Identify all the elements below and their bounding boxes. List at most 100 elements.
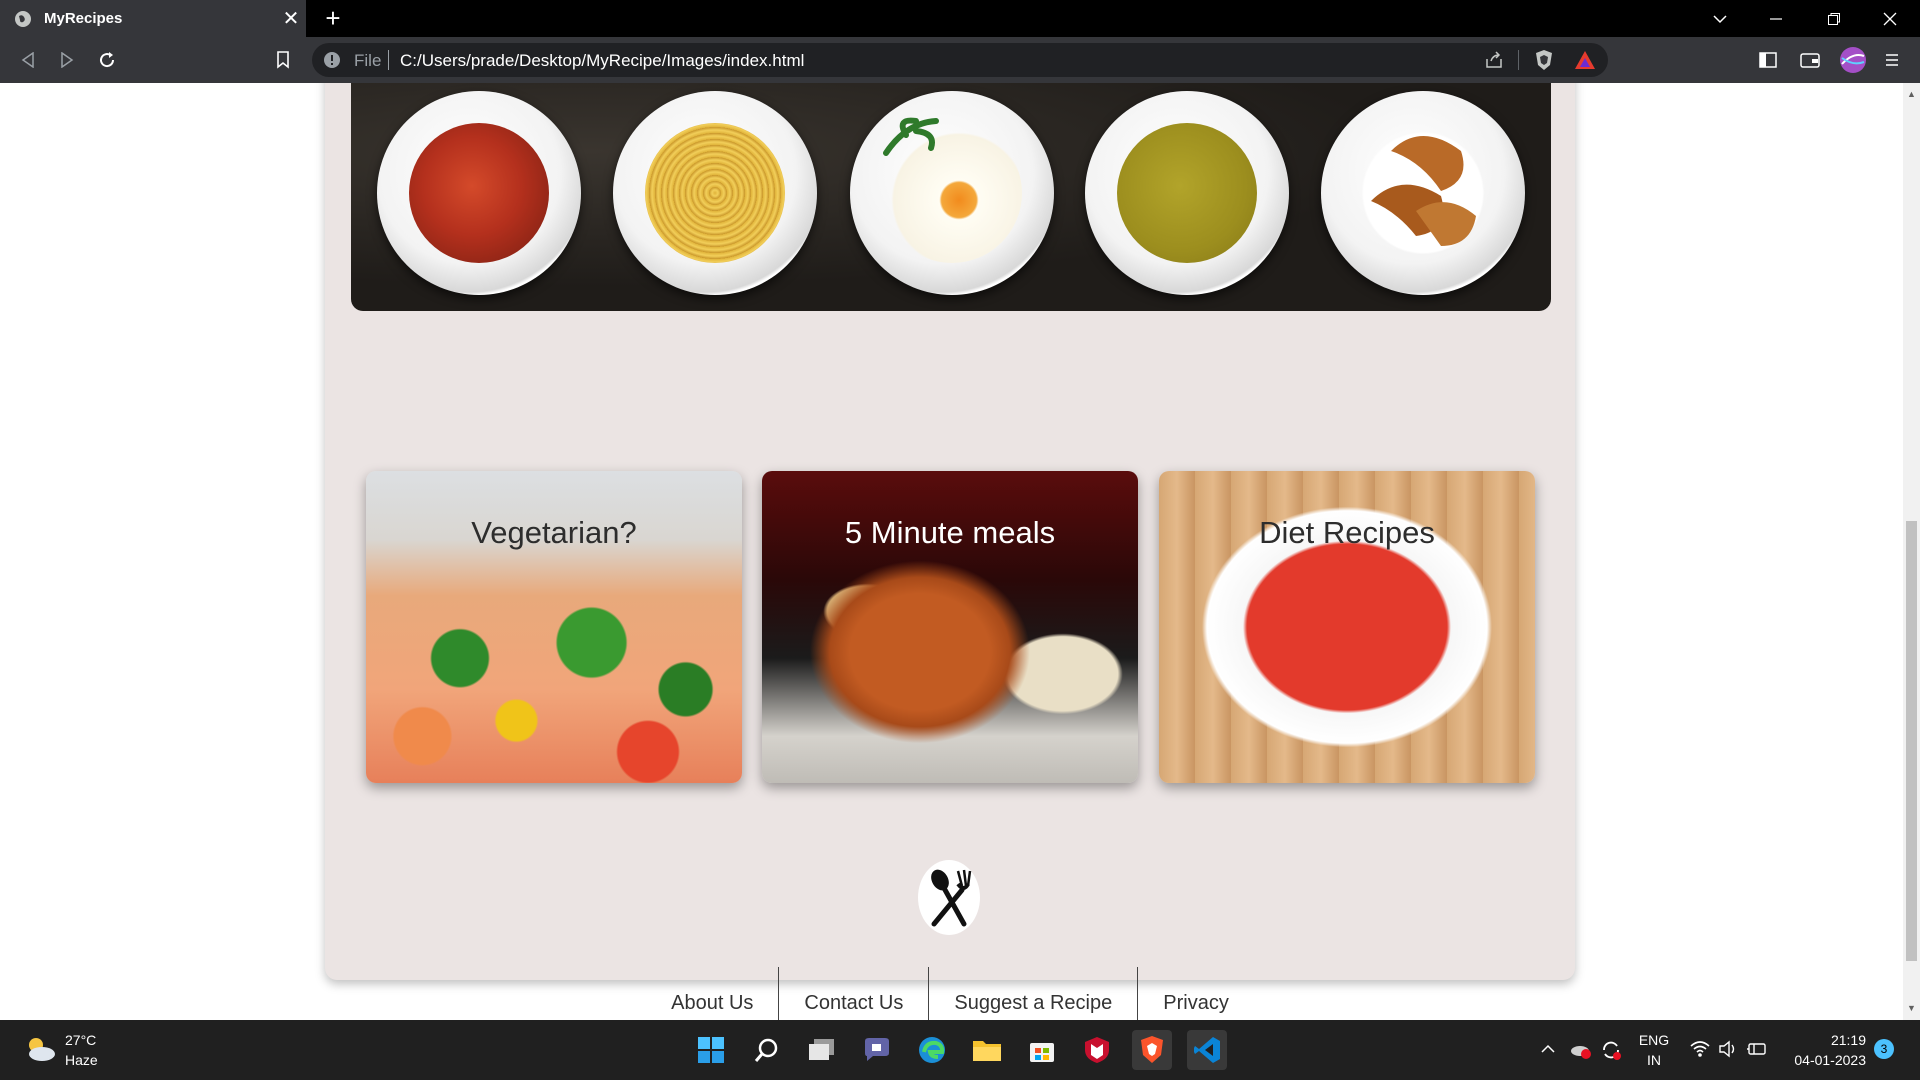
page-viewport: Vegetarian? 5 Minute meals Diet Recipes … bbox=[0, 83, 1903, 1020]
plate-noodles bbox=[613, 91, 817, 295]
fork-spoon-icon bbox=[931, 869, 972, 926]
task-view-button[interactable] bbox=[802, 1030, 842, 1070]
site-logo[interactable] bbox=[918, 860, 980, 935]
card-vegetarian[interactable]: Vegetarian? bbox=[366, 471, 742, 783]
info-icon[interactable] bbox=[322, 50, 342, 70]
input-language[interactable]: ENG bbox=[1636, 1032, 1672, 1048]
brave-lion-icon bbox=[1141, 1036, 1163, 1063]
weather-condition[interactable]: Haze bbox=[65, 1052, 98, 1068]
browser-tab[interactable]: MyRecipes ✕ bbox=[0, 0, 306, 37]
address-bar[interactable]: File C:/Users/prade/Desktop/MyRecipe/Ima… bbox=[312, 43, 1608, 77]
minimize-icon bbox=[1770, 17, 1782, 20]
forward-icon bbox=[61, 52, 74, 68]
input-region[interactable]: IN bbox=[1636, 1052, 1672, 1068]
wallet-button[interactable] bbox=[1795, 45, 1825, 75]
new-tab-button[interactable]: + bbox=[318, 4, 348, 34]
omnibox-divider bbox=[1518, 50, 1519, 70]
plate-green-soup bbox=[1085, 91, 1289, 295]
card-title: 5 Minute meals bbox=[844, 515, 1056, 550]
taskbar-search-button[interactable] bbox=[747, 1030, 787, 1070]
edge-button[interactable] bbox=[912, 1030, 952, 1070]
clock-date[interactable]: 04-01-2023 bbox=[1786, 1052, 1866, 1068]
file-explorer-button[interactable] bbox=[967, 1030, 1007, 1070]
browser-toolbar: File C:/Users/prade/Desktop/MyRecipe/Ima… bbox=[0, 37, 1920, 83]
teams-chat-button[interactable] bbox=[857, 1030, 897, 1070]
avatar-icon bbox=[1840, 47, 1866, 73]
footer-nav: About Us Contact Us Suggest a Recipe Pri… bbox=[325, 967, 1575, 1020]
chat-icon bbox=[865, 1038, 889, 1061]
footer-link-contact[interactable]: Contact Us bbox=[779, 967, 928, 1020]
vscode-button[interactable] bbox=[1187, 1030, 1227, 1070]
close-window-button[interactable] bbox=[1862, 0, 1918, 37]
card-5-minute-meals[interactable]: 5 Minute meals bbox=[762, 471, 1138, 783]
scroll-down-icon[interactable]: ▼ bbox=[1907, 1003, 1916, 1013]
sidebar-button[interactable] bbox=[1753, 45, 1783, 75]
tab-close-icon[interactable]: ✕ bbox=[276, 6, 306, 31]
search-icon bbox=[754, 1038, 778, 1062]
card-diet-recipes[interactable]: Diet Recipes bbox=[1159, 471, 1535, 783]
share-icon[interactable] bbox=[1484, 51, 1504, 69]
globe-icon bbox=[15, 10, 31, 27]
brave-shield-icon[interactable] bbox=[1534, 49, 1554, 71]
wifi-icon[interactable] bbox=[1690, 1040, 1710, 1058]
card-title: Vegetarian? bbox=[471, 515, 637, 550]
battery-icon[interactable] bbox=[1746, 1040, 1768, 1058]
reload-icon bbox=[100, 52, 115, 68]
page-scrollbar[interactable]: ▲ ▼ bbox=[1903, 83, 1920, 1020]
restore-button[interactable] bbox=[1806, 0, 1862, 37]
edge-icon bbox=[919, 1037, 945, 1063]
notification-badge[interactable]: 3 bbox=[1874, 1039, 1894, 1059]
windows-taskbar: 27°C Haze ENG IN 21:19 04-01-2023 3 bbox=[0, 1020, 1920, 1080]
bookmark-button[interactable] bbox=[268, 45, 298, 75]
brave-rewards-icon[interactable] bbox=[1574, 50, 1596, 70]
card-title: Diet Recipes bbox=[1259, 515, 1435, 550]
brave-taskbar-button[interactable] bbox=[1132, 1030, 1172, 1070]
vscode-icon bbox=[1194, 1037, 1220, 1063]
bookmark-icon bbox=[277, 51, 289, 69]
plate-croissants bbox=[1321, 91, 1525, 295]
task-view-icon bbox=[809, 1039, 834, 1060]
chevron-up-icon[interactable] bbox=[1541, 1044, 1555, 1054]
hero-banner bbox=[351, 83, 1551, 311]
restore-icon bbox=[1828, 12, 1840, 25]
address-divider bbox=[388, 50, 389, 70]
herb-garnish bbox=[883, 117, 939, 156]
volume-icon[interactable] bbox=[1718, 1040, 1738, 1058]
url-text[interactable]: C:/Users/prade/Desktop/MyRecipe/Images/i… bbox=[400, 51, 804, 71]
weather-temperature[interactable]: 27°C bbox=[65, 1032, 96, 1048]
store-button[interactable] bbox=[1022, 1030, 1062, 1070]
minimize-button[interactable] bbox=[1748, 0, 1804, 37]
url-scheme: File bbox=[354, 51, 382, 70]
clock-time[interactable]: 21:19 bbox=[1786, 1032, 1866, 1048]
plate-egg bbox=[850, 91, 1054, 295]
menu-icon bbox=[1886, 54, 1898, 66]
wallet-icon bbox=[1800, 53, 1820, 68]
start-button[interactable] bbox=[691, 1030, 731, 1070]
onedrive-error-icon[interactable] bbox=[1570, 1040, 1592, 1060]
store-icon bbox=[1030, 1043, 1054, 1062]
menu-button[interactable] bbox=[1877, 45, 1907, 75]
footer-link-suggest[interactable]: Suggest a Recipe bbox=[929, 967, 1137, 1020]
footer-link-about[interactable]: About Us bbox=[646, 967, 778, 1020]
plate-soup bbox=[377, 91, 581, 295]
profile-avatar[interactable] bbox=[1838, 45, 1868, 75]
tab-search-button[interactable] bbox=[1692, 0, 1748, 37]
chevron-down-icon bbox=[1713, 14, 1727, 23]
footer-link-privacy[interactable]: Privacy bbox=[1138, 967, 1254, 1020]
forward-button[interactable] bbox=[52, 45, 82, 75]
close-icon bbox=[1883, 12, 1897, 25]
scroll-up-icon[interactable]: ▲ bbox=[1907, 89, 1916, 99]
back-icon bbox=[21, 52, 34, 68]
sidebar-icon bbox=[1759, 52, 1777, 68]
reload-button[interactable] bbox=[92, 45, 122, 75]
folder-icon bbox=[973, 1041, 1001, 1061]
mcafee-shield-icon bbox=[1085, 1037, 1109, 1063]
tab-title: MyRecipes bbox=[44, 10, 123, 27]
croissant-graphic bbox=[1371, 136, 1476, 246]
scrollbar-thumb[interactable] bbox=[1906, 521, 1917, 961]
sync-icon[interactable] bbox=[1600, 1039, 1622, 1061]
page-container: Vegetarian? 5 Minute meals Diet Recipes … bbox=[325, 83, 1575, 1020]
back-button[interactable] bbox=[13, 45, 43, 75]
weather-haze-icon[interactable] bbox=[22, 1034, 58, 1064]
mcafee-button[interactable] bbox=[1077, 1030, 1117, 1070]
